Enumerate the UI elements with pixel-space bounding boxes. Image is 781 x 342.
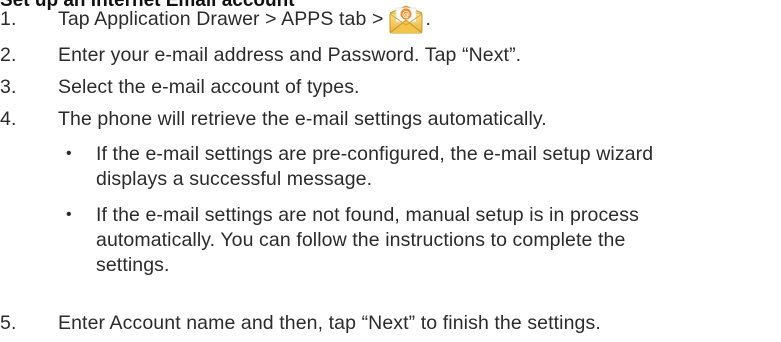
bullet-1-line-2: displays a successful message.: [0, 167, 781, 191]
bullet-text: settings.: [96, 254, 170, 276]
step-text: Enter Account name and then, tap “Next” …: [58, 312, 601, 334]
step-2: 2. Enter your e-mail address and Passwor…: [0, 43, 781, 67]
step-1: 1. Tap Application Drawer > APPS tab > @…: [0, 4, 781, 34]
step-text: Select the e-mail account of types.: [58, 76, 360, 98]
step-5: 5. Enter Account name and then, tap “Nex…: [0, 311, 781, 335]
svg-text:@: @: [402, 10, 410, 19]
step-text: Enter your e-mail address and Password. …: [58, 44, 522, 66]
step-text-end: .: [425, 8, 431, 30]
step-text: Tap Application Drawer > APPS tab >: [58, 8, 384, 30]
bullet-2-line-1: • If the e-mail settings are not found, …: [0, 203, 781, 227]
bullet-1-line-1: • If the e-mail settings are pre-configu…: [0, 142, 781, 166]
step-number: 5.: [0, 312, 17, 334]
document-page: Set up an Internet Email account 1. Tap …: [0, 0, 781, 342]
bullet-marker: •: [66, 206, 72, 223]
step-number: 3.: [0, 76, 17, 98]
bullet-marker: •: [66, 145, 72, 162]
bullet-text: If the e-mail settings are not found, ma…: [96, 204, 639, 226]
bullet-text: If the e-mail settings are pre-configure…: [96, 143, 654, 165]
bullet-2-line-3: settings.: [0, 253, 781, 277]
email-app-icon: @: [389, 4, 423, 34]
step-number: 4.: [0, 108, 17, 130]
bullet-text: automatically. You can follow the instru…: [96, 229, 626, 251]
step-3: 3. Select the e-mail account of types.: [0, 75, 781, 99]
bullet-text: displays a successful message.: [96, 168, 373, 190]
step-number: 2.: [0, 44, 17, 66]
step-text: The phone will retrieve the e-mail setti…: [58, 108, 547, 130]
bullet-2-line-2: automatically. You can follow the instru…: [0, 228, 781, 252]
step-4: 4. The phone will retrieve the e-mail se…: [0, 107, 781, 131]
step-number: 1.: [0, 8, 17, 30]
